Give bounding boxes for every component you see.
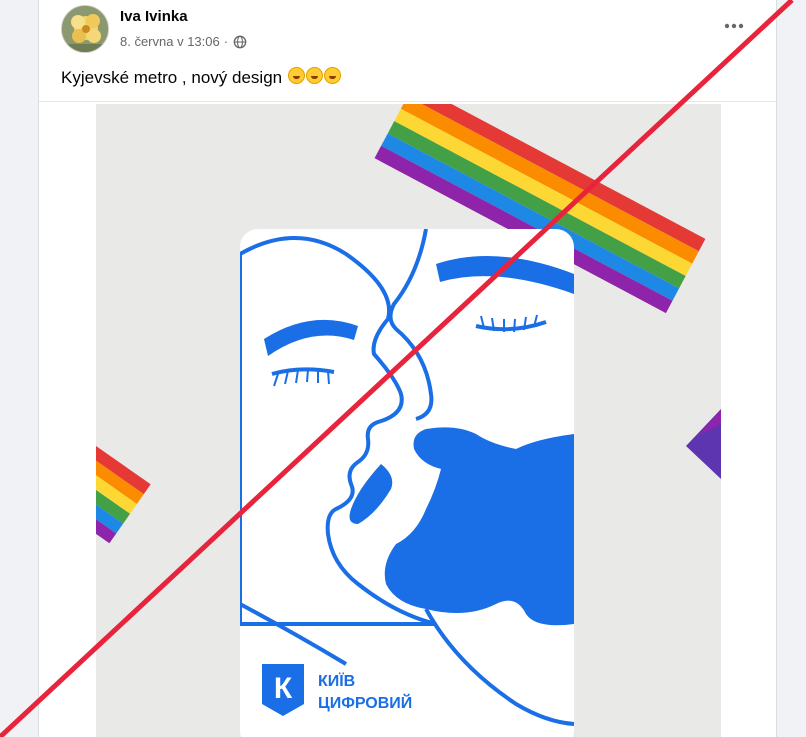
- content-divider: [39, 101, 776, 102]
- author-avatar[interactable]: [61, 5, 109, 53]
- post-text: Kyjevské metro , nový design: [61, 67, 341, 88]
- laughing-emoji-icon: [305, 67, 323, 84]
- brand-line2: ЦИФРОВИЙ: [318, 693, 412, 712]
- post-timestamp[interactable]: 8. června v 13:06: [120, 34, 220, 49]
- metro-card-photo: К КИЇВ ЦИФРОВИЙ: [96, 104, 721, 737]
- brand-letter: К: [274, 672, 293, 705]
- brand-line1: КИЇВ: [318, 672, 355, 690]
- facebook-post: Iva Ivinka 8. června v 13:06 · Kyjevské …: [38, 0, 777, 737]
- author-name[interactable]: Iva Ivinka: [120, 8, 188, 25]
- laughing-emoji-icon: [287, 67, 305, 84]
- post-photo[interactable]: К КИЇВ ЦИФРОВИЙ: [96, 104, 721, 737]
- more-horizontal-icon: [724, 23, 744, 29]
- flower-avatar-image: [62, 6, 108, 52]
- more-options-button[interactable]: [720, 12, 748, 40]
- post-text-content: Kyjevské metro , nový design: [61, 68, 283, 87]
- post-meta: 8. června v 13:06 ·: [120, 34, 247, 49]
- globe-icon[interactable]: [233, 35, 247, 49]
- meta-separator: ·: [223, 34, 229, 49]
- laughing-emoji-icon: [323, 67, 341, 84]
- post-header: Iva Ivinka 8. června v 13:06 ·: [39, 0, 776, 60]
